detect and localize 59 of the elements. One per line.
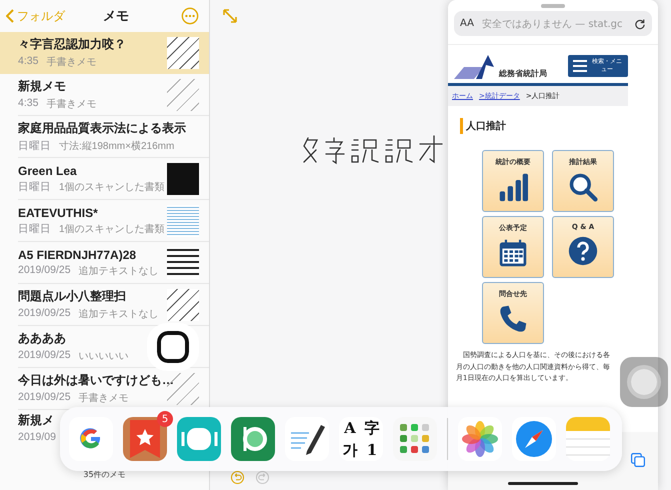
note-preview: 1個のスキャンした書類 [59,180,165,194]
note-date: 4:35 [18,55,38,69]
note-thumbnail [167,36,199,68]
search-icon [568,172,598,202]
redo-icon[interactable] [255,470,270,485]
note-preview: 手書きメモ [46,56,96,69]
app-icon[interactable] [177,417,221,461]
note-preview: いいいいい [78,350,129,363]
note-row[interactable]: EATEVUTHIS* 日曜日 1個のスキャンした書類 [18,200,209,242]
note-row[interactable]: A5 FIERDNJH77A)28 2019/09/25 追加テキストなし [18,242,209,284]
note-row[interactable]: ああああ 2019/09/25 いいいいい [18,326,209,368]
note-date: 4:35 [18,97,38,111]
note-thumbnail [167,162,199,194]
note-preview: 追加テキストなし [78,308,159,321]
note-date: 2019/09/25 [18,264,71,278]
note-date: 2019/09 [18,431,56,443]
assistive-touch-button[interactable] [620,357,668,407]
note-row[interactable]: Green Lea 日曜日 1個のスキャンした書類 [18,158,209,200]
note-thumbnail [167,246,199,278]
note-date: 日曜日 [18,222,51,236]
note-preview: 寸法:縦198mm×横216mm [59,140,174,153]
question-icon [568,236,598,266]
phone-icon [498,304,528,334]
note-preview: 1個のスキャンした書類 [59,222,165,236]
undo-icon[interactable] [230,470,245,485]
menu-icon [573,60,587,72]
logo-icon [454,53,496,79]
note-date: 2019/09/25 [18,391,71,405]
note-date: 2019/09/25 [18,307,71,321]
home-indicator [508,482,578,485]
note-preview: 手書きメモ [46,98,96,111]
note-row[interactable]: 新規メモ 4:35 手書きメモ [18,74,209,116]
note-date: 日曜日 [18,139,51,153]
reload-icon[interactable] [634,18,646,30]
page-heading: 人口推計 [466,120,506,133]
list-title: メモ [103,8,129,25]
note-thumbnail [147,322,199,370]
note-date: 2019/09/25 [18,349,71,363]
chevron-left-icon [6,9,14,23]
tabs-icon[interactable] [630,452,646,468]
address-bar[interactable]: AA 安全ではありません — stat.gc [454,11,652,36]
note-preview: 手書きメモ [78,392,129,405]
notification-badge: 5 [157,411,173,427]
note-row[interactable]: 々字言忍認加力咬？ 4:35 手書きメモ [0,32,209,74]
app-icon[interactable]: A 字 가 1 [339,417,383,461]
app-icon[interactable] [231,417,275,461]
note-count: 35件のメモ [83,468,126,480]
note-row[interactable]: 家庭用品品質表示法による表示 日曜日 寸法:縦198mm×横216mm [18,116,209,158]
more-icon[interactable] [181,7,199,25]
expand-icon[interactable] [222,8,238,24]
note-preview: 追加テキストなし [78,264,159,278]
note-thumbnail [167,204,199,236]
site-name: 総務省統計局 [499,68,547,79]
note-date: 日曜日 [18,180,51,194]
note-thumbnail [167,288,199,320]
note-row[interactable]: 問題点ル小八整理扫 2019/09/25 追加テキストなし [18,284,209,326]
note-row[interactable]: 新規メ 2019/09 [18,410,58,453]
bar-chart-icon [498,172,528,202]
calendar-icon [498,238,528,268]
